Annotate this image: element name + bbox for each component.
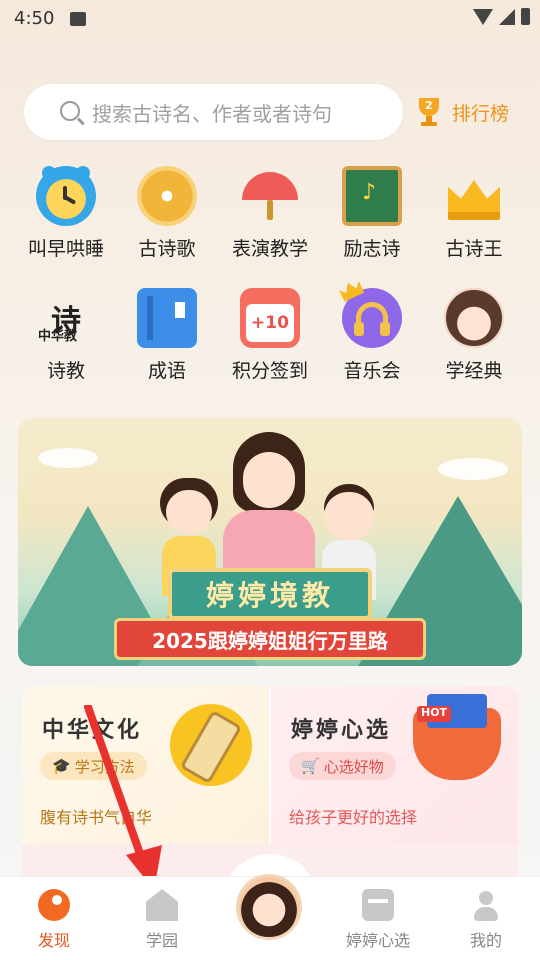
status-time: 4:50 — [14, 8, 55, 29]
image-notification-icon — [70, 12, 86, 26]
tab-discover[interactable]: 发现 — [0, 877, 108, 960]
feature-row-2: 诗 中华教 诗教 成语 +10 积分签到 音乐会 学经典 — [0, 288, 540, 398]
feature-row-1: 叫早哄睡 古诗歌 表演教学 ♪ 励志诗 古诗王 — [0, 166, 540, 276]
feature-performance[interactable]: 表演教学 — [220, 166, 320, 266]
cloud-illustration — [38, 448, 98, 468]
search-placeholder: 搜索古诗名、作者或者诗句 — [92, 101, 332, 126]
card-description: 给孩子更好的选择 — [289, 808, 418, 827]
crown-icon — [444, 166, 504, 226]
feature-classics[interactable]: 学经典 — [424, 288, 524, 388]
cart-icon: 🛒 — [301, 757, 320, 775]
signal-icon — [499, 8, 515, 25]
feature-concert[interactable]: 音乐会 — [322, 288, 422, 388]
ranking-label: 排行榜 — [452, 102, 510, 125]
profile-icon — [470, 889, 502, 921]
card-title: 中华文化 — [42, 717, 143, 743]
card-tag: 🛒 心选好物 — [289, 752, 396, 780]
feature-label: 励志诗 — [343, 238, 401, 260]
feature-poem-king[interactable]: 古诗王 — [424, 166, 524, 266]
tab-label: 发现 — [37, 931, 70, 950]
feature-idioms[interactable]: 成语 — [117, 288, 217, 388]
tab-profile[interactable]: 我的 — [432, 877, 540, 960]
banner-title: 婷婷境教 — [168, 568, 372, 620]
status-indicators — [473, 8, 530, 25]
feature-label: 表演教学 — [231, 238, 308, 260]
promo-banner[interactable]: 婷婷境教 2025跟婷婷姐姐行万里路 — [18, 418, 522, 666]
feature-label: 积分签到 — [231, 360, 308, 382]
graduation-cap-icon: 🎓 — [52, 757, 71, 775]
fan-icon — [240, 166, 300, 226]
blackboard-icon: ♪ — [342, 166, 402, 226]
discover-icon — [38, 889, 70, 921]
feature-label: 诗教 — [46, 360, 85, 382]
search-input[interactable]: 搜索古诗名、作者或者诗句 — [24, 84, 403, 140]
card-title: 婷婷心选 — [291, 717, 392, 743]
status-bar: 4:50 — [0, 0, 540, 36]
feature-label: 学经典 — [445, 360, 503, 382]
feature-label: 古诗歌 — [138, 238, 196, 260]
alarm-clock-icon — [36, 166, 96, 226]
search-icon — [60, 101, 80, 121]
feature-label: 叫早哄睡 — [27, 238, 104, 260]
scroll-icon — [170, 704, 252, 786]
trophy-icon — [414, 96, 444, 128]
card-tag-label: 学习方法 — [74, 757, 135, 776]
feature-label: 音乐会 — [343, 360, 401, 382]
wifi-icon — [473, 8, 493, 25]
shop-icon — [362, 889, 394, 921]
ranking-button[interactable]: 排行榜 — [414, 94, 509, 130]
card-description: 腹有诗书气自华 — [40, 808, 153, 827]
tab-label: 婷婷心选 — [345, 931, 410, 950]
feature-inspirational[interactable]: ♪ 励志诗 — [322, 166, 422, 266]
tab-shop[interactable]: 婷婷心选 — [324, 877, 432, 960]
headphones-icon — [342, 288, 402, 348]
cloud-illustration — [438, 458, 508, 480]
tingting-selection-card[interactable]: 婷婷心选 🛒 心选好物 给孩子更好的选择 HOT — [271, 686, 518, 844]
calendar-icon: +10 — [240, 288, 300, 348]
feature-label: 成语 — [147, 360, 186, 382]
card-tag-label: 心选好物 — [323, 757, 384, 776]
banner-subtitle: 2025跟婷婷姐姐行万里路 — [114, 618, 426, 660]
tab-school[interactable]: 学园 — [108, 877, 216, 960]
girl-avatar-icon — [444, 288, 504, 348]
hot-badge: HOT — [417, 706, 452, 722]
battery-icon — [521, 8, 530, 25]
book-icon — [137, 288, 197, 348]
card-tag: 🎓 学习方法 — [40, 752, 147, 780]
feature-wake-sleep[interactable]: 叫早哄睡 — [16, 166, 116, 266]
poem-logo-icon: 诗 中华教 — [36, 288, 96, 348]
feature-poem-education[interactable]: 诗 中华教 诗教 — [16, 288, 116, 388]
tab-label: 我的 — [469, 931, 502, 950]
tab-label: 学园 — [145, 931, 178, 950]
music-disc-icon — [137, 166, 197, 226]
chinese-culture-card[interactable]: 中华文化 🎓 学习方法 腹有诗书气自华 — [22, 686, 269, 844]
checkin-badge: +10 — [246, 304, 294, 342]
feature-poem-songs[interactable]: 古诗歌 — [117, 166, 217, 266]
feature-checkin[interactable]: +10 积分签到 — [220, 288, 320, 388]
center-avatar-button[interactable] — [236, 874, 302, 940]
school-icon — [146, 889, 178, 921]
feature-label: 古诗王 — [445, 238, 503, 260]
poem-logo-small: 中华教 — [38, 329, 78, 344]
